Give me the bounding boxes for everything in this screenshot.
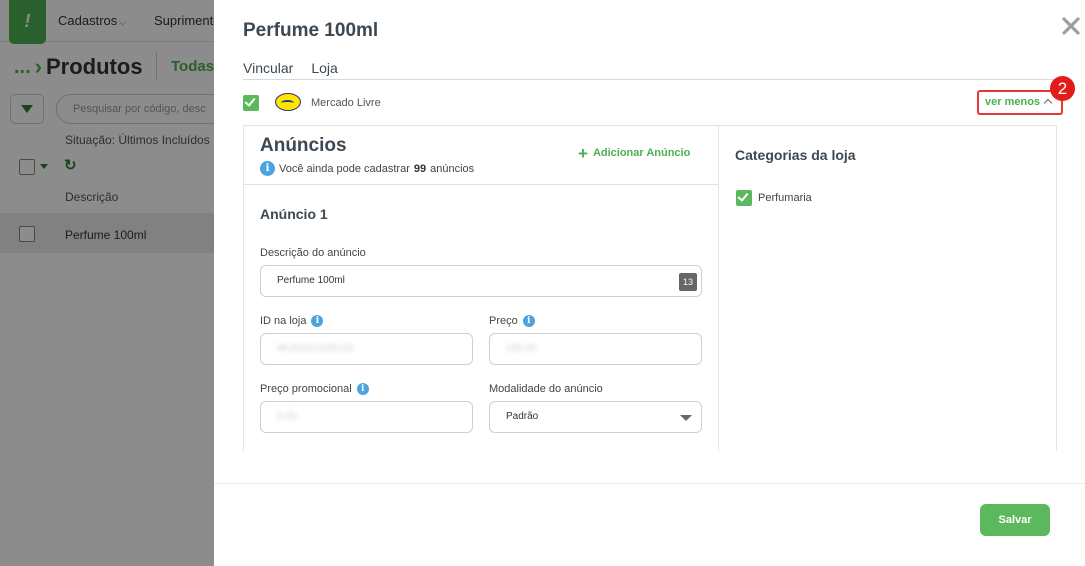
descricao-label: Descrição do anúncio bbox=[260, 247, 366, 259]
footer-divider bbox=[214, 483, 1085, 484]
column-divider bbox=[718, 125, 719, 451]
categoria-checkbox[interactable] bbox=[736, 190, 752, 206]
ver-menos-label: ver menos bbox=[985, 96, 1041, 108]
categoria-label: Perfumaria bbox=[758, 192, 812, 204]
product-side-panel: Perfume 100ml Vincular Loja Mercado Livr… bbox=[214, 0, 1085, 566]
close-icon[interactable] bbox=[1059, 14, 1083, 38]
preco-input[interactable]: 150,00 bbox=[489, 333, 702, 365]
store-table-header: Vincular Loja bbox=[243, 60, 338, 76]
header-vincular: Vincular bbox=[243, 60, 294, 76]
preco-label: Preço i bbox=[489, 315, 535, 327]
modalidade-label: Modalidade do anúncio bbox=[489, 383, 603, 395]
preco-value: 150,00 bbox=[506, 343, 537, 354]
descricao-input[interactable]: Perfume 100ml 13 bbox=[260, 265, 702, 297]
ver-menos-button[interactable]: ver menos bbox=[977, 90, 1063, 115]
info-icon[interactable]: i bbox=[311, 315, 324, 327]
preco-promocional-input[interactable]: 0,00 bbox=[260, 401, 473, 433]
char-count-badge: 13 bbox=[679, 273, 697, 291]
anuncios-remaining-info: i Você ainda pode cadastrar 99 anúncios bbox=[260, 161, 474, 176]
header-loja: Loja bbox=[311, 60, 338, 76]
header-divider bbox=[243, 79, 1063, 80]
info-prefix: Você ainda pode cadastrar bbox=[279, 162, 410, 175]
chevron-up-icon bbox=[1043, 98, 1053, 108]
check-icon bbox=[737, 190, 749, 202]
info-icon[interactable]: i bbox=[522, 315, 535, 327]
save-button[interactable]: Salvar bbox=[980, 504, 1050, 536]
categorias-title: Categorias da loja bbox=[735, 147, 856, 163]
id-loja-label: ID na loja i bbox=[260, 315, 324, 327]
plus-icon: + bbox=[578, 143, 588, 163]
check-icon bbox=[244, 95, 256, 107]
id-loja-input[interactable]: MLB1012345123 bbox=[260, 333, 473, 365]
panel-title: Perfume 100ml bbox=[243, 20, 379, 41]
preco-promocional-value: 0,00 bbox=[277, 411, 297, 422]
add-anuncio-button[interactable]: + Adicionar Anúncio bbox=[578, 143, 691, 163]
add-anuncio-label: Adicionar Anúncio bbox=[592, 147, 691, 159]
modalidade-select[interactable]: Padrão bbox=[489, 401, 702, 433]
modalidade-value: Padrão bbox=[506, 411, 539, 422]
id-loja-value: MLB1012345123 bbox=[277, 343, 354, 354]
info-icon[interactable]: i bbox=[356, 383, 369, 395]
caret-down-icon bbox=[680, 415, 692, 421]
mercado-livre-logo-icon bbox=[275, 93, 301, 111]
store-name: Mercado Livre bbox=[311, 97, 381, 109]
anuncios-header-divider bbox=[243, 184, 718, 185]
anuncios-title: Anúncios bbox=[260, 135, 347, 156]
vincular-checkbox[interactable] bbox=[243, 95, 259, 111]
info-suffix: anúncios bbox=[430, 162, 475, 175]
step-badge: 2 bbox=[1050, 76, 1075, 101]
info-icon: i bbox=[260, 161, 275, 176]
info-count: 99 bbox=[413, 162, 427, 175]
preco-promocional-label: Preço promocional i bbox=[260, 383, 369, 395]
anuncio-title: Anúncio 1 bbox=[260, 206, 328, 222]
descricao-value: Perfume 100ml bbox=[277, 275, 345, 286]
